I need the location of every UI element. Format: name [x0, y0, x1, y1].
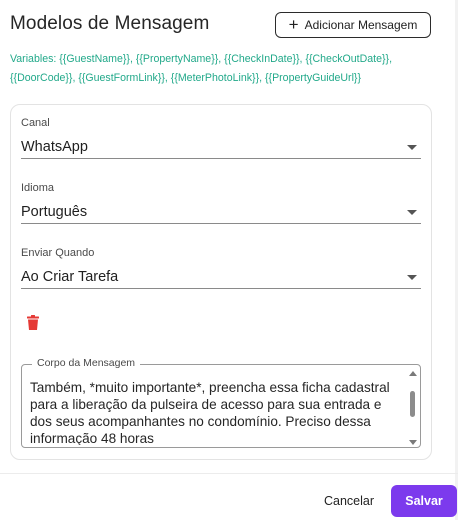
language-field: Idioma Português [21, 182, 421, 224]
channel-value: WhatsApp [21, 139, 88, 155]
message-template-card: Canal WhatsApp Idioma Português Enviar Q… [10, 104, 432, 460]
chevron-down-icon [407, 274, 417, 280]
trash-icon [27, 315, 39, 330]
page-title: Modelos de Mensagem [10, 13, 210, 34]
chevron-down-icon [407, 209, 417, 215]
send-when-value: Ao Criar Tarefa [21, 269, 119, 285]
add-message-button[interactable]: + Adicionar Mensagem [275, 12, 431, 38]
scroll-up-icon[interactable] [409, 371, 417, 376]
message-body-scrollbar[interactable] [408, 371, 418, 445]
delete-template-button[interactable] [27, 315, 39, 335]
save-button[interactable]: Salvar [391, 485, 457, 517]
channel-label: Canal [21, 117, 50, 129]
chevron-down-icon [407, 144, 417, 150]
message-body-label: Corpo da Mensagem [32, 357, 141, 369]
scroll-down-icon[interactable] [409, 440, 417, 445]
language-select[interactable]: Português [21, 201, 421, 224]
channel-field: Canal WhatsApp [21, 117, 421, 159]
footer-divider [0, 473, 458, 474]
scroll-thumb[interactable] [410, 391, 415, 417]
language-value: Português [21, 204, 88, 220]
language-label: Idioma [21, 182, 55, 194]
add-message-label: Adicionar Mensagem [304, 18, 418, 32]
send-when-label: Enviar Quando [21, 247, 95, 259]
plus-icon: + [288, 14, 299, 34]
channel-select[interactable]: WhatsApp [21, 136, 421, 159]
send-when-select[interactable]: Ao Criar Tarefa [21, 266, 421, 289]
send-when-field: Enviar Quando Ao Criar Tarefa [21, 247, 421, 289]
message-body-field[interactable]: Corpo da Mensagem Também, *muito importa… [21, 357, 421, 448]
message-body-textarea[interactable]: Também, *muito importante*, preencha ess… [30, 379, 402, 445]
variables-hint: Variables: {{GuestName}}, {{PropertyName… [10, 53, 393, 84]
cancel-button[interactable]: Cancelar [316, 488, 382, 514]
